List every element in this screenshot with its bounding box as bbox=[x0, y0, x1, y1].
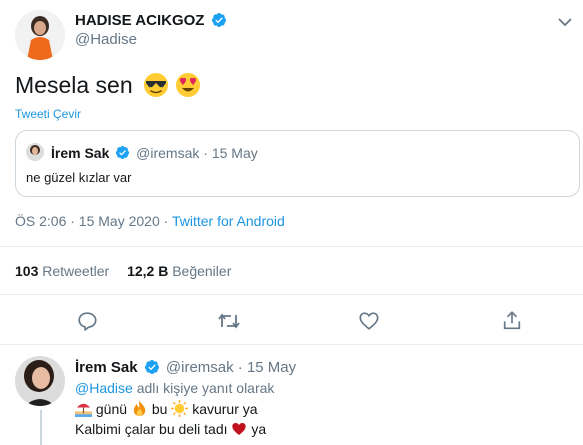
reply-text-suffix: ya bbox=[251, 421, 267, 437]
reply-icon[interactable] bbox=[76, 310, 98, 332]
like-icon[interactable] bbox=[358, 310, 380, 332]
reply-author-name[interactable]: İrem Sak bbox=[75, 359, 138, 376]
quoted-author[interactable]: İrem Sak @iremsak · 15 May bbox=[51, 145, 258, 161]
tweet-text-content: Mesela sen bbox=[15, 72, 133, 98]
likes-label[interactable]: Beğeniler bbox=[172, 263, 231, 279]
reply-word: bu bbox=[151, 401, 168, 417]
retweet-icon[interactable] bbox=[217, 310, 241, 332]
quoted-author-avatar[interactable] bbox=[26, 143, 44, 161]
quoted-author-handle[interactable]: @iremsak bbox=[136, 145, 199, 161]
smiling-face-with-sunglasses-icon bbox=[144, 72, 169, 97]
quoted-tweet-text: ne güzel kızlar var bbox=[26, 170, 132, 185]
reply-line-1: günü bu kavurur ya bbox=[75, 400, 258, 418]
fire-icon bbox=[133, 401, 146, 417]
verified-badge-icon bbox=[116, 146, 130, 160]
reply-line-2: Kalbimi çalar bu deli tadı ya bbox=[75, 420, 266, 438]
tweet-stats: 103 Retweetler 12,2 B Beğeniler bbox=[15, 263, 231, 279]
likes-stat[interactable]: 12,2 B Beğeniler bbox=[127, 263, 231, 279]
retweets-stat[interactable]: 103 Retweetler bbox=[15, 263, 113, 279]
reply-tweet-date[interactable]: · 15 May bbox=[238, 359, 296, 376]
quoted-tweet-card[interactable] bbox=[15, 130, 580, 197]
chevron-down-icon[interactable] bbox=[557, 16, 573, 28]
tweet-text: Mesela sen bbox=[15, 70, 201, 100]
reply-author-handle[interactable]: @iremsak bbox=[166, 359, 234, 376]
thread-line bbox=[40, 410, 42, 445]
reply-author[interactable]: İrem Sak @iremsak · 15 May bbox=[75, 359, 296, 376]
divider bbox=[0, 344, 583, 345]
reply-word: günü bbox=[95, 401, 128, 417]
retweets-label[interactable]: Retweetler bbox=[42, 263, 109, 279]
reply-author-avatar[interactable] bbox=[15, 356, 65, 406]
verified-badge-icon bbox=[144, 359, 159, 374]
divider bbox=[0, 294, 583, 295]
beach-with-umbrella-icon bbox=[75, 404, 92, 418]
reply-context-text: adlı kişiye yanıt olarak bbox=[136, 380, 275, 396]
red-heart-icon bbox=[232, 422, 247, 435]
translate-link[interactable]: Tweeti Çevir bbox=[15, 107, 81, 121]
tweet-meta: ÖS 2:06 · 15 May 2020 · Twitter for Andr… bbox=[15, 213, 285, 229]
reply-word: kavurur ya bbox=[192, 401, 258, 417]
reply-text: Kalbimi çalar bu deli tadı bbox=[75, 421, 228, 437]
quoted-author-name[interactable]: İrem Sak bbox=[51, 145, 109, 161]
author-name[interactable]: HADISE ACIKGOZ bbox=[75, 12, 227, 29]
quoted-tweet-date[interactable]: · 15 May bbox=[203, 145, 257, 161]
meta-separator: · bbox=[163, 213, 169, 229]
tweet-source-link[interactable]: Twitter for Android bbox=[172, 213, 285, 229]
author-handle[interactable]: @Hadise bbox=[75, 31, 137, 48]
share-icon[interactable] bbox=[501, 309, 523, 332]
reply-to-handle-link[interactable]: @Hadise bbox=[75, 380, 133, 396]
likes-count[interactable]: 12,2 B bbox=[127, 263, 168, 279]
reply-context: @Hadise adlı kişiye yanıt olarak bbox=[75, 380, 274, 396]
smiling-face-with-heart-eyes-icon bbox=[176, 72, 201, 97]
retweets-count[interactable]: 103 bbox=[15, 263, 38, 279]
divider bbox=[0, 246, 583, 247]
verified-badge-icon bbox=[211, 12, 226, 27]
author-avatar[interactable] bbox=[15, 10, 65, 60]
author-name-text[interactable]: HADISE ACIKGOZ bbox=[75, 12, 204, 29]
sun-icon bbox=[171, 400, 189, 418]
tweet-timestamp[interactable]: ÖS 2:06 · 15 May 2020 bbox=[15, 213, 160, 229]
